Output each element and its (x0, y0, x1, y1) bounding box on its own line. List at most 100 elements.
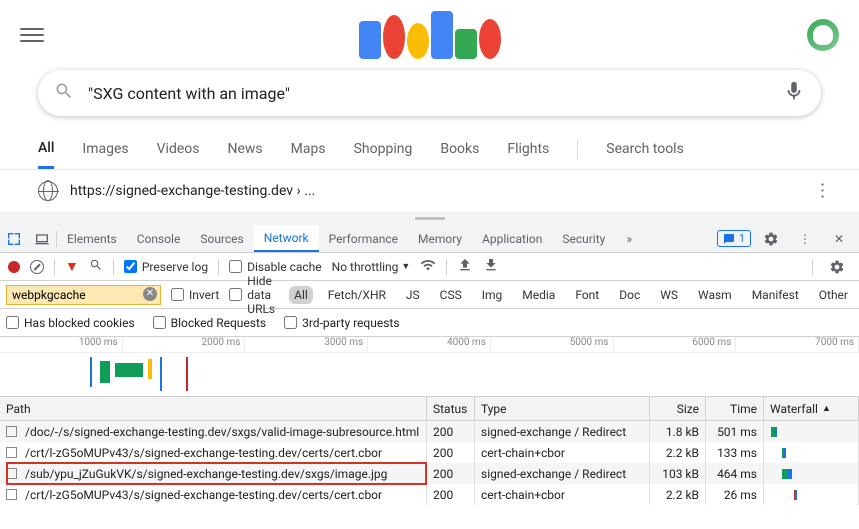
device-toggle-icon[interactable] (28, 225, 56, 253)
panel-performance[interactable]: Performance (319, 225, 408, 252)
tab-all[interactable]: All (38, 130, 54, 169)
mic-icon[interactable] (783, 80, 805, 106)
search-input[interactable] (88, 84, 769, 103)
table-row[interactable]: /crt/l-zG5oMUPv43/s/signed-exchange-test… (0, 484, 859, 505)
request-time: 26 ms (706, 484, 764, 505)
messages-badge[interactable]: 1 (717, 230, 751, 247)
type-fetch[interactable]: Fetch/XHR (323, 286, 391, 304)
panel-memory[interactable]: Memory (408, 225, 472, 252)
panel-security[interactable]: Security (552, 225, 615, 252)
network-toolbar: ▼ Preserve log Disable cache No throttli… (0, 253, 859, 281)
tab-shopping[interactable]: Shopping (354, 131, 413, 167)
col-status[interactable]: Status (427, 397, 475, 420)
col-path[interactable]: Path (0, 397, 427, 420)
waterfall-cell (764, 442, 859, 463)
request-status: 200 (427, 442, 475, 463)
search-result[interactable]: https://signed-exchange-testing.dev › ..… (0, 170, 859, 211)
request-path: /crt/l-zG5oMUPv43/s/signed-exchange-test… (25, 446, 382, 460)
request-time: 501 ms (706, 421, 764, 442)
request-path: /doc/-/s/signed-exchange-testing.dev/sxg… (25, 425, 419, 439)
request-time: 464 ms (706, 463, 764, 484)
request-size: 103 kB (650, 463, 706, 484)
invert-checkbox[interactable]: Invert (171, 288, 219, 302)
request-size: 2.2 kB (650, 442, 706, 463)
row-checkbox[interactable] (6, 426, 17, 437)
more-icon[interactable]: ⋯ (812, 182, 833, 200)
tab-news[interactable]: News (228, 131, 263, 167)
panel-network[interactable]: Network (254, 225, 319, 252)
hide-data-urls-checkbox[interactable]: Hide data URLs (229, 274, 279, 316)
third-party-checkbox[interactable]: 3rd-party requests (284, 316, 399, 330)
network-conditions-icon[interactable] (420, 257, 436, 276)
search-tabs: All Images Videos News Maps Shopping Boo… (0, 128, 859, 170)
row-checkbox[interactable] (6, 468, 17, 479)
tab-images[interactable]: Images (82, 131, 128, 167)
table-row[interactable]: /sub/ypu_jZuGukVK/s/signed-exchange-test… (0, 463, 859, 484)
devtools-drag-handle[interactable] (0, 211, 859, 225)
kebab-icon[interactable]: ⋮ (791, 225, 819, 253)
timeline[interactable]: 1000 ms 2000 ms 3000 ms 4000 ms 5000 ms … (0, 337, 859, 397)
table-row[interactable]: /doc/-/s/signed-exchange-testing.dev/sxg… (0, 421, 859, 442)
col-time[interactable]: Time (706, 397, 764, 420)
blocked-requests-checkbox[interactable]: Blocked Requests (153, 316, 266, 330)
clear-button[interactable] (30, 260, 44, 274)
tab-books[interactable]: Books (440, 131, 479, 167)
request-type: signed-exchange / Redirect (475, 421, 650, 442)
tab-videos[interactable]: Videos (157, 131, 200, 167)
inspect-icon[interactable] (0, 225, 28, 253)
request-path: /crt/l-zG5oMUPv43/s/signed-exchange-test… (25, 488, 382, 502)
col-waterfall[interactable]: Waterfall▲ (764, 397, 859, 420)
disable-cache-checkbox[interactable]: Disable cache (229, 260, 322, 274)
filter-input[interactable] (6, 285, 161, 305)
type-img[interactable]: Img (477, 286, 508, 304)
clear-filter-icon[interactable]: ✕ (143, 287, 157, 301)
request-size: 1.8 kB (650, 421, 706, 442)
panel-console[interactable]: Console (127, 225, 191, 252)
tab-flights[interactable]: Flights (507, 131, 549, 167)
type-manifest[interactable]: Manifest (747, 286, 804, 304)
request-type: signed-exchange / Redirect (475, 463, 650, 484)
network-settings-icon[interactable] (823, 253, 851, 281)
search-icon[interactable] (54, 81, 74, 105)
search-tools[interactable]: Search tools (606, 131, 684, 167)
throttling-select[interactable]: No throttling ▼ (332, 260, 411, 274)
type-doc[interactable]: Doc (614, 286, 645, 304)
search-network-icon[interactable] (89, 258, 103, 275)
request-status: 200 (427, 484, 475, 505)
type-ws[interactable]: WS (655, 286, 683, 304)
request-type: cert-chain+cbor (475, 442, 650, 463)
panel-sources[interactable]: Sources (190, 225, 253, 252)
type-css[interactable]: CSS (435, 286, 467, 304)
settings-icon[interactable] (757, 225, 785, 253)
type-media[interactable]: Media (517, 286, 560, 304)
row-checkbox[interactable] (6, 489, 17, 500)
upload-icon[interactable] (457, 257, 473, 276)
search-bar (38, 70, 821, 116)
type-js[interactable]: JS (401, 286, 425, 304)
type-font[interactable]: Font (570, 286, 604, 304)
close-devtools-icon[interactable]: ✕ (825, 225, 853, 253)
blocked-cookies-checkbox[interactable]: Has blocked cookies (6, 316, 135, 330)
col-size[interactable]: Size (650, 397, 706, 420)
filter-toggle-icon[interactable]: ▼ (65, 258, 79, 275)
profile-avatar[interactable] (807, 19, 839, 51)
table-row[interactable]: /crt/l-zG5oMUPv43/s/signed-exchange-test… (0, 442, 859, 463)
globe-icon (38, 181, 58, 201)
col-type[interactable]: Type (475, 397, 650, 420)
tab-maps[interactable]: Maps (291, 131, 326, 167)
request-status: 200 (427, 463, 475, 484)
download-icon[interactable] (483, 257, 499, 276)
waterfall-cell (764, 421, 859, 442)
panel-application[interactable]: Application (472, 225, 552, 252)
panels-more-icon[interactable]: » (615, 225, 643, 253)
type-wasm[interactable]: Wasm (693, 286, 737, 304)
type-all[interactable]: All (289, 286, 313, 304)
record-button[interactable] (8, 261, 20, 273)
hamburger-menu[interactable] (20, 23, 44, 47)
panel-elements[interactable]: Elements (57, 225, 127, 252)
type-other[interactable]: Other (814, 286, 853, 304)
google-doodle[interactable] (350, 8, 510, 63)
row-checkbox[interactable] (6, 447, 17, 458)
filter-bar: ✕ Invert Hide data URLs All Fetch/XHR JS… (0, 281, 859, 309)
preserve-log-checkbox[interactable]: Preserve log (124, 260, 208, 274)
